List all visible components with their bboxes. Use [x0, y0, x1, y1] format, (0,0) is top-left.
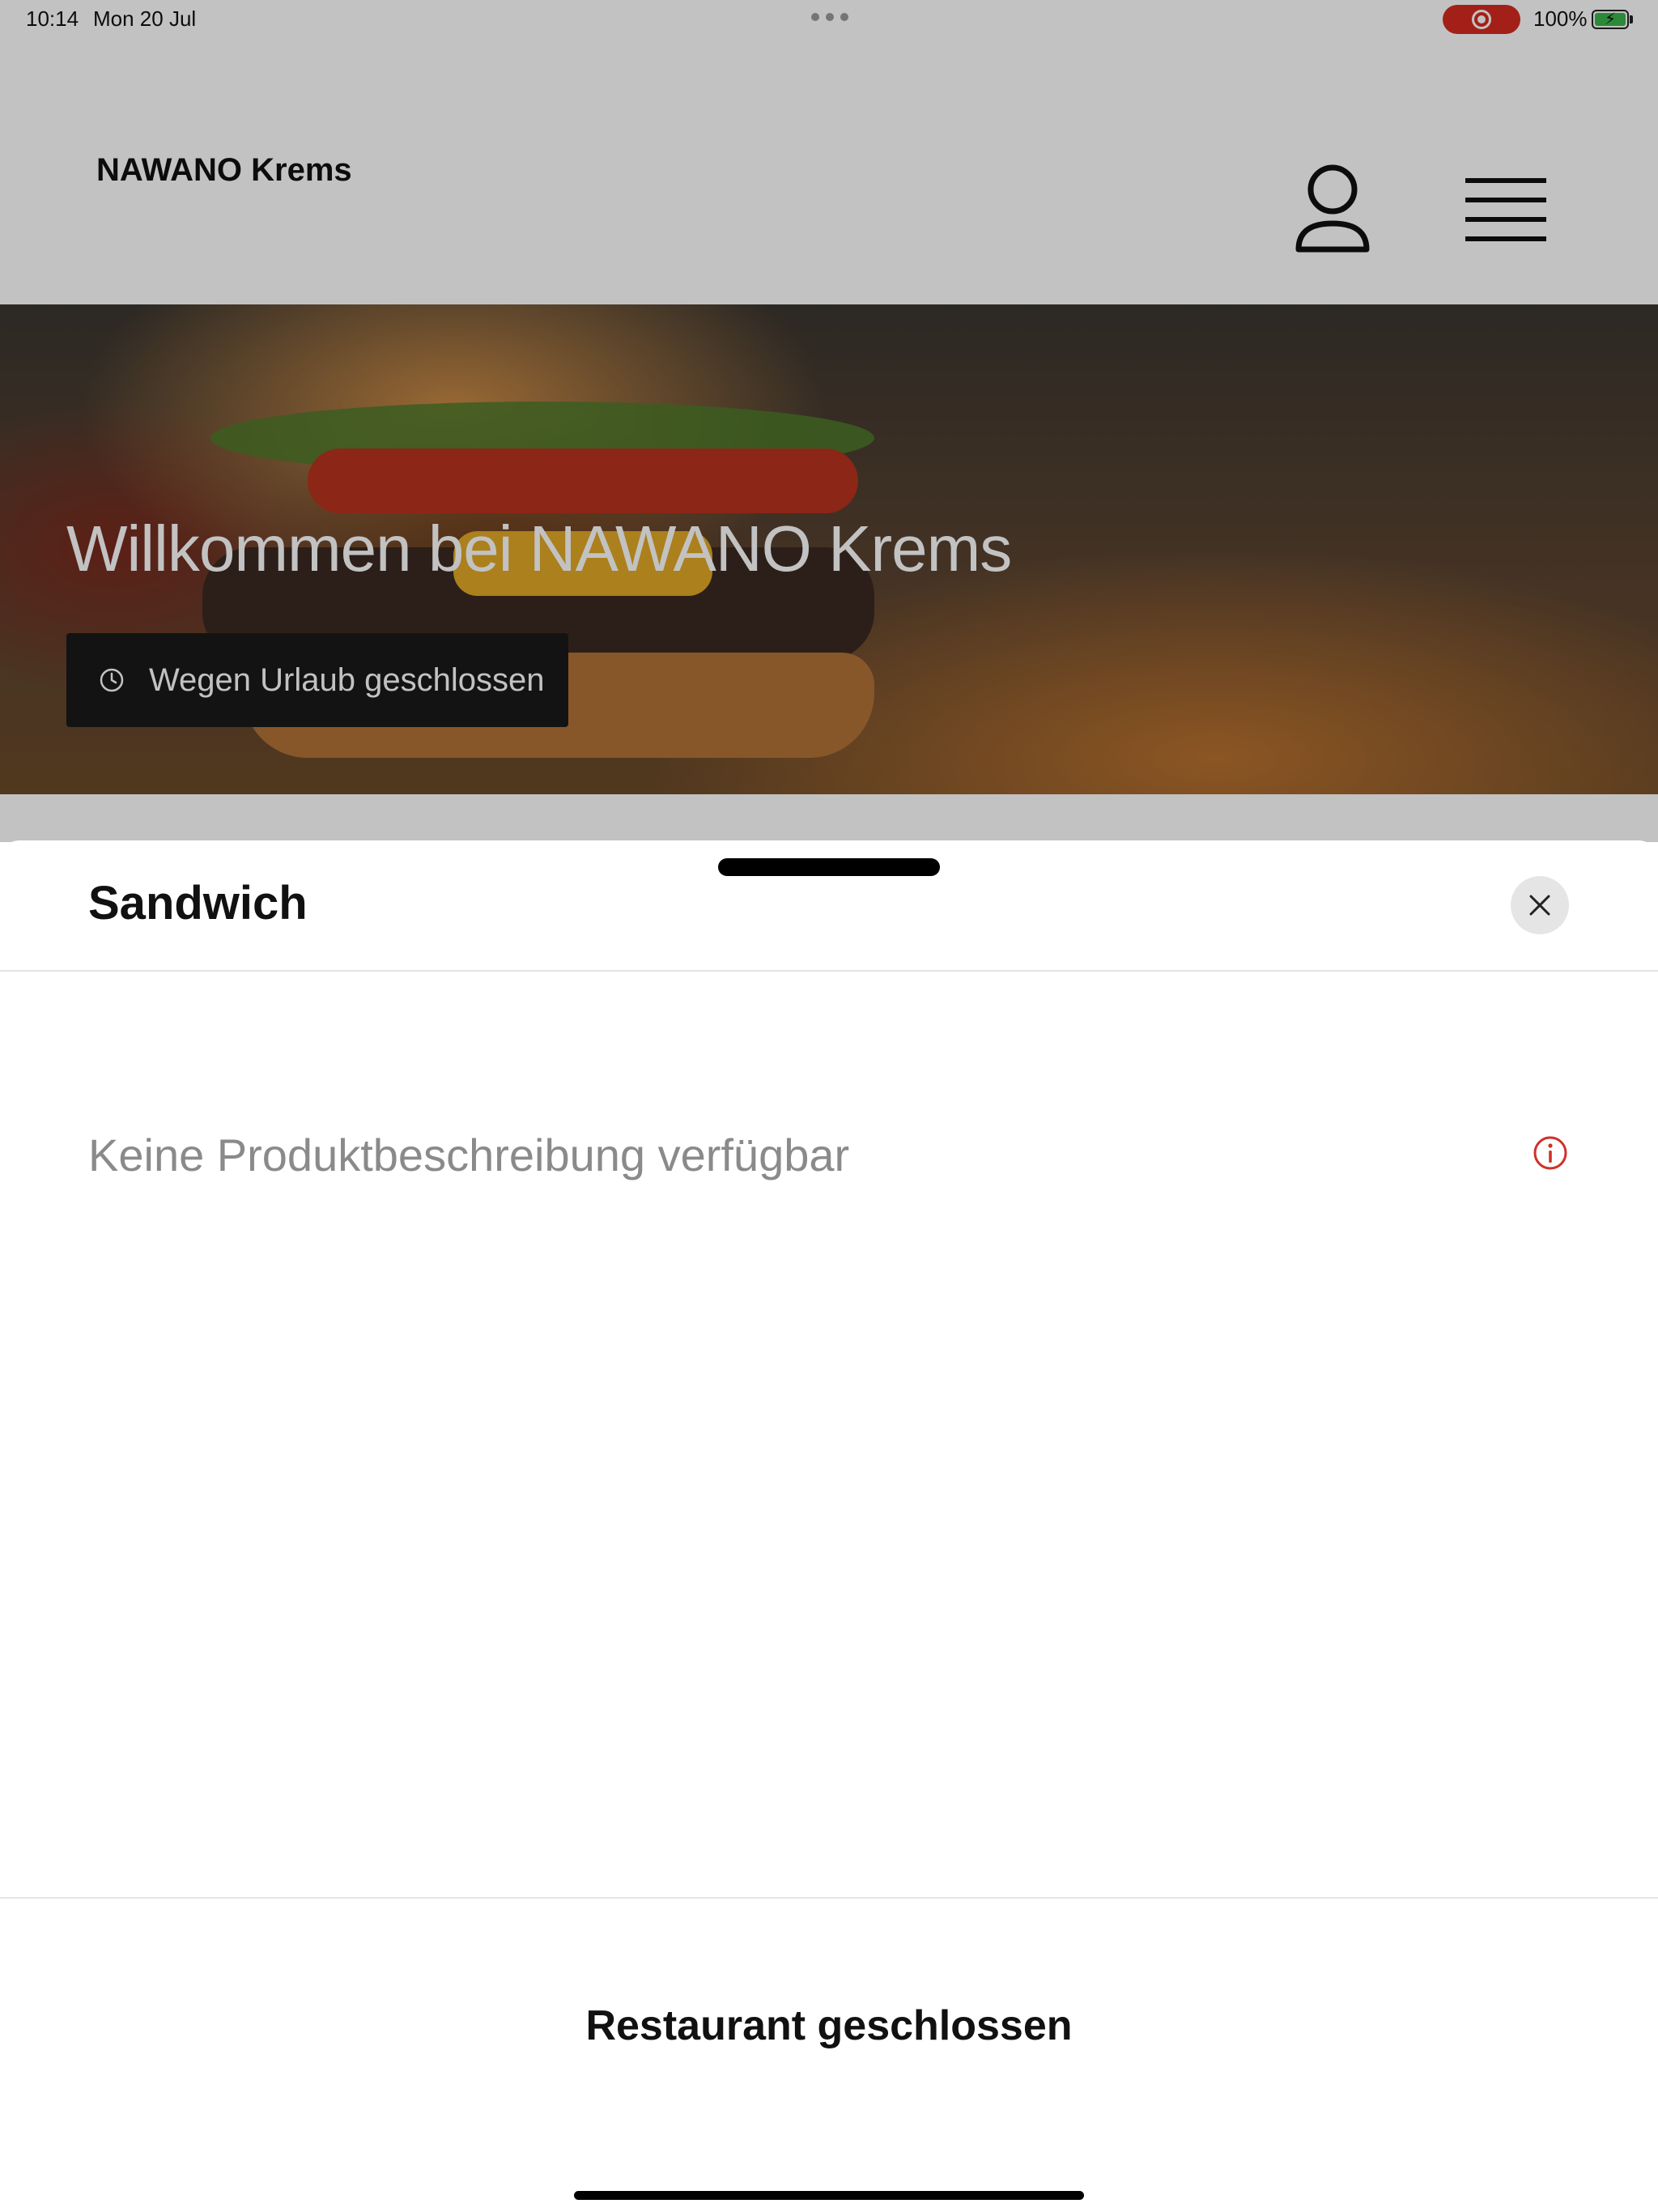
modal-backdrop[interactable] [0, 0, 1658, 842]
sheet-grabber-handle[interactable] [718, 858, 940, 876]
background-page: 10:14 Mon 20 Jul 100% ⚡ NAWANO Krems Wil… [0, 0, 1658, 842]
product-description: Keine Produktbeschreibung verfügbar [88, 1129, 850, 1180]
footer-divider [0, 1897, 1658, 1899]
product-detail-sheet: Sandwich Keine Produktbeschreibung verfü… [0, 840, 1658, 2212]
sheet-divider [0, 970, 1658, 972]
home-indicator[interactable] [574, 2191, 1084, 2200]
close-button[interactable] [1511, 876, 1569, 934]
close-icon [1529, 895, 1550, 916]
info-icon[interactable] [1533, 1135, 1568, 1171]
product-title: Sandwich [88, 877, 308, 929]
restaurant-closed-label: Restaurant geschlossen [585, 2002, 1073, 2049]
